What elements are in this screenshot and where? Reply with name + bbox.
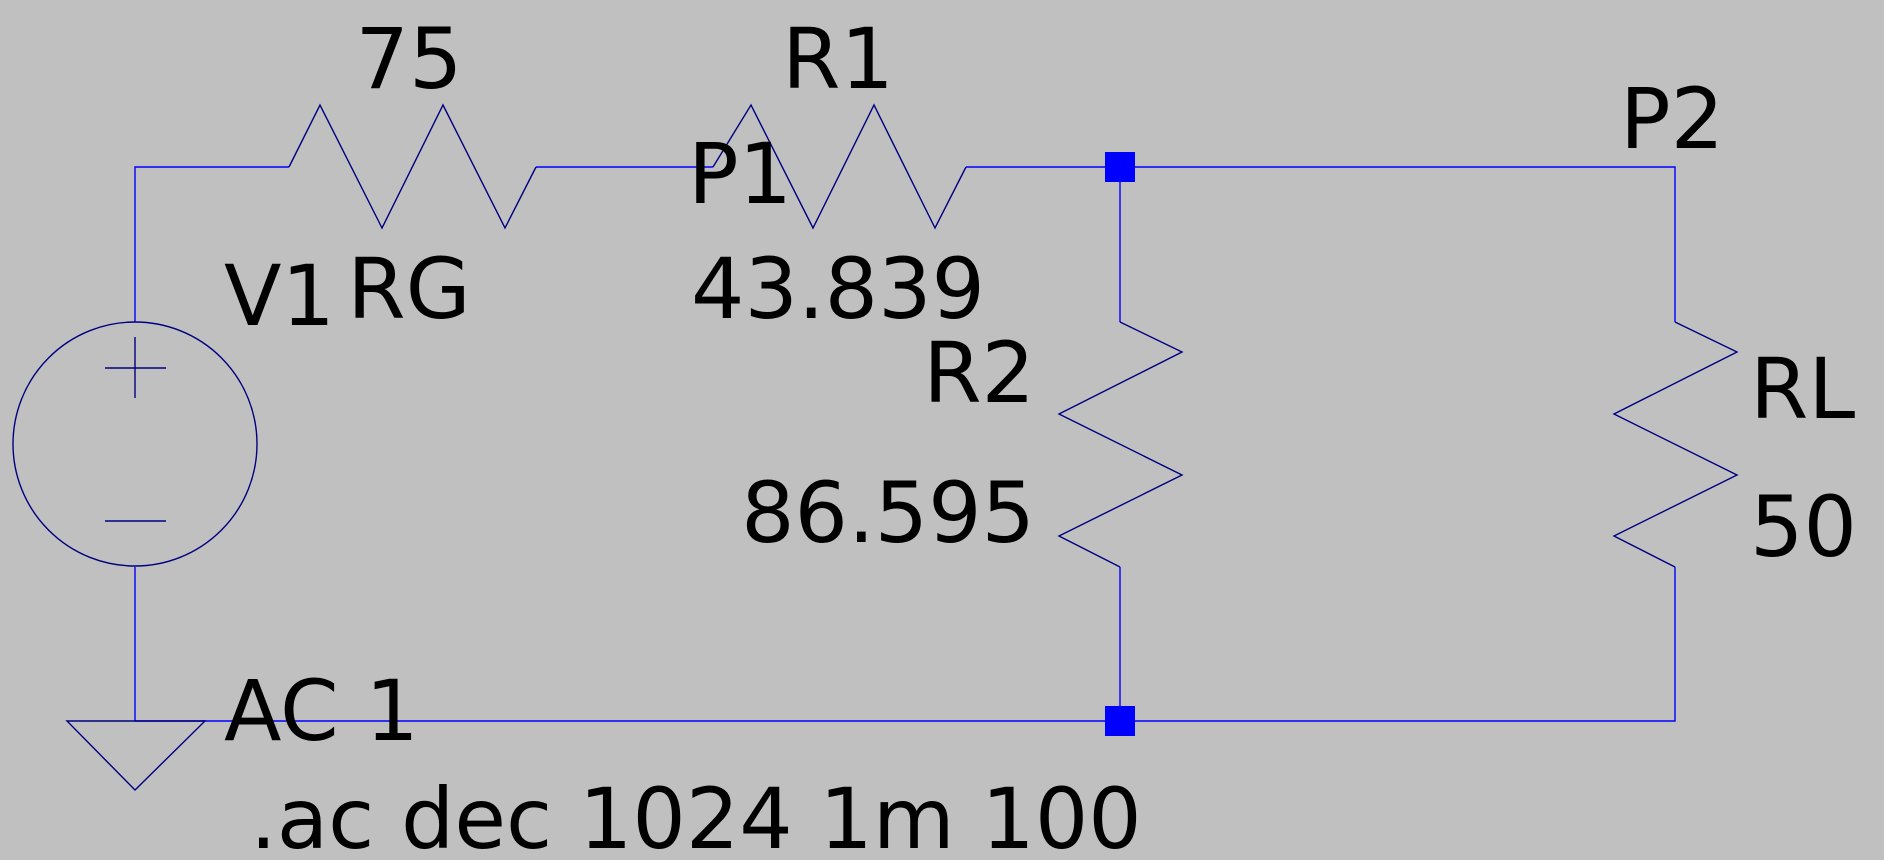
rl-value-label: 50 <box>1750 478 1857 576</box>
rg-value-label: 75 <box>356 10 463 108</box>
junction-node-top[interactable] <box>1105 152 1135 182</box>
source-name-label: V1 <box>224 247 335 345</box>
resistor-r2-symbol[interactable] <box>1057 321 1184 568</box>
plus-icon <box>105 337 166 398</box>
resistor-rg-symbol[interactable] <box>288 103 537 230</box>
schematic-canvas[interactable]: 75 RG R1 43.839 P1 P2 V1 AC 1 R2 86.595 … <box>0 0 1884 860</box>
spice-directive-ac[interactable]: .ac dec 1024 1m 100 <box>250 770 1142 860</box>
rg-name-label: RG <box>347 240 470 338</box>
net-label-p2: P2 <box>1620 70 1724 168</box>
resistor-rl-symbol[interactable] <box>1612 321 1739 568</box>
r1-name-label: R1 <box>782 10 894 108</box>
wire-node-to-rl-top[interactable] <box>1120 166 1676 322</box>
r2-value-label: 86.595 <box>741 464 1035 562</box>
wire-rl-bottom-to-ground-rail[interactable] <box>1120 567 1676 722</box>
junction-node-bottom[interactable] <box>1105 706 1135 736</box>
rl-name-label: RL <box>1750 340 1855 438</box>
voltage-source-v1[interactable] <box>12 321 258 567</box>
ground-icon[interactable] <box>65 720 207 791</box>
net-label-p1: P1 <box>688 125 792 223</box>
source-value-label: AC 1 <box>224 662 419 760</box>
r2-name-label: R2 <box>923 324 1035 422</box>
